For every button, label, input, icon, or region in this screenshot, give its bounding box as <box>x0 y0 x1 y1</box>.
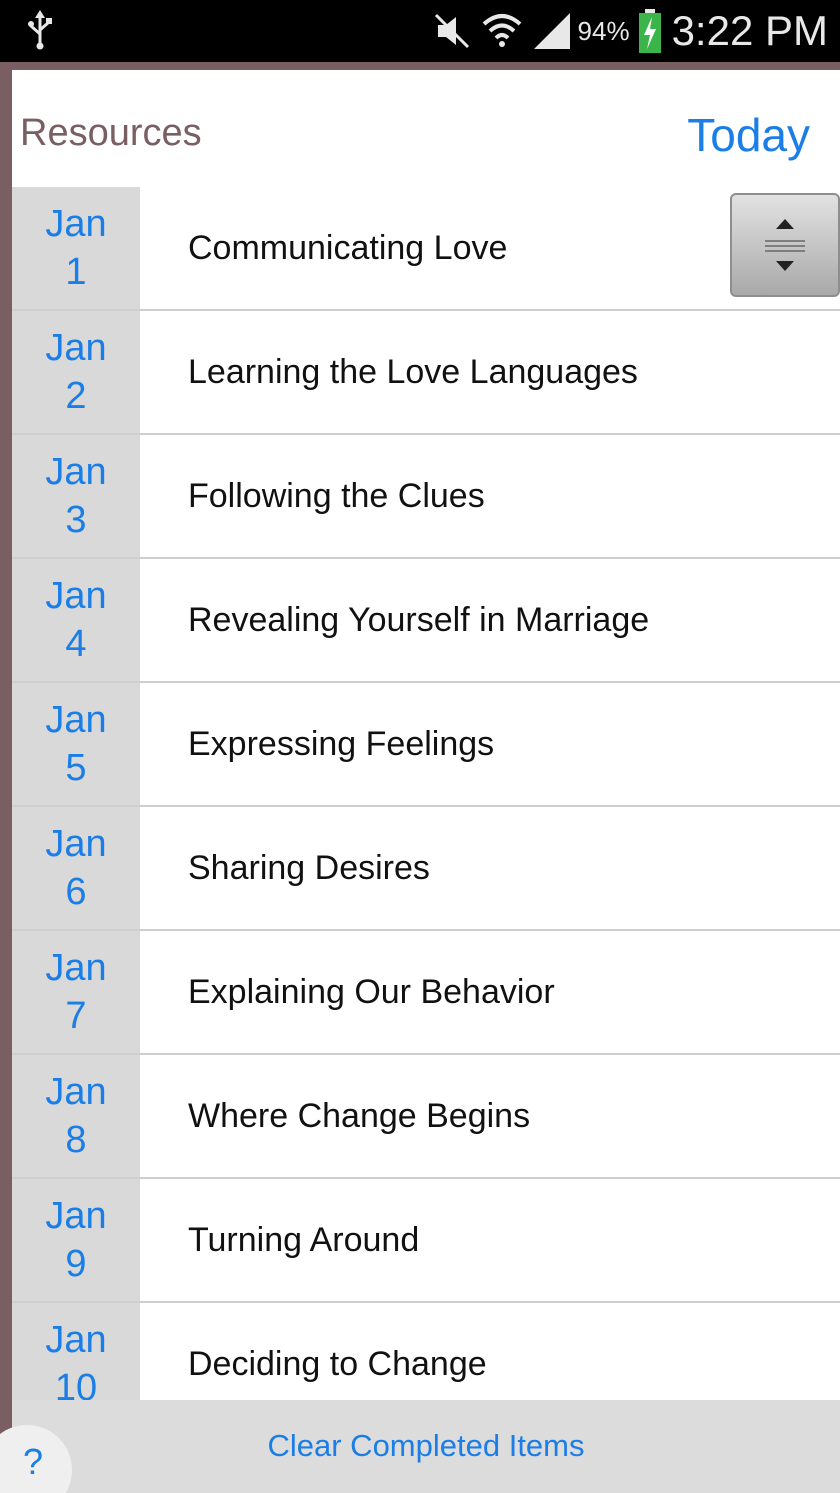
date-cell: Jan 5 <box>12 683 140 805</box>
date-day: 2 <box>65 375 87 417</box>
date-day: 4 <box>65 623 87 665</box>
list-item[interactable]: Jan 7 Explaining Our Behavior <box>12 931 840 1055</box>
item-title: Turning Around <box>188 1220 420 1259</box>
date-day: 6 <box>65 871 87 913</box>
header: Resources Today <box>12 70 840 187</box>
date-cell: Jan 1 <box>12 187 140 309</box>
date-cell: Jan 3 <box>12 435 140 557</box>
item-title: Where Change Begins <box>188 1096 531 1135</box>
date-month: Jan <box>45 1319 107 1361</box>
date-cell: Jan 9 <box>12 1179 140 1301</box>
battery-percent: 94% <box>577 15 630 46</box>
date-day: 1 <box>65 251 87 293</box>
main-panel: Resources Today Jan 1 Communicating Love <box>12 70 840 1493</box>
item-title: Explaining Our Behavior <box>188 972 555 1011</box>
item-title: Expressing Feelings <box>188 724 495 763</box>
date-cell: Jan 7 <box>12 931 140 1053</box>
date-month: Jan <box>45 203 107 245</box>
usb-icon <box>26 10 54 55</box>
list-item[interactable]: Jan 9 Turning Around <box>12 1179 840 1303</box>
date-day: 7 <box>65 995 87 1037</box>
wifi-icon <box>480 10 524 52</box>
date-day: 5 <box>65 747 87 789</box>
signal-icon <box>532 11 572 51</box>
date-month: Jan <box>45 699 107 741</box>
date-cell: Jan 10 <box>12 1303 140 1400</box>
footer-bar: Clear Completed Items <box>12 1400 840 1493</box>
list-item[interactable]: Jan 5 Expressing Feelings <box>12 683 840 807</box>
help-icon: ? <box>22 1441 44 1482</box>
date-cell: Jan 8 <box>12 1055 140 1177</box>
item-title: Learning the Love Languages <box>188 352 638 391</box>
date-cell: Jan 6 <box>12 807 140 929</box>
item-title: Sharing Desires <box>188 848 430 887</box>
date-month: Jan <box>45 451 107 493</box>
date-day: 8 <box>65 1119 87 1161</box>
list-item[interactable]: Jan 1 Communicating Love <box>12 187 840 311</box>
today-button[interactable]: Today <box>687 108 810 162</box>
page-title: Resources <box>20 112 202 154</box>
item-title: Following the Clues <box>188 476 485 515</box>
date-month: Jan <box>45 1071 107 1113</box>
list-item[interactable]: Jan 10 Deciding to Change <box>12 1303 840 1400</box>
battery-charging-icon <box>638 9 662 53</box>
status-clock: 3:22 PM <box>671 7 828 54</box>
date-day: 9 <box>65 1243 87 1285</box>
item-title: Revealing Yourself in Marriage <box>188 600 650 639</box>
date-day: 3 <box>65 499 87 541</box>
date-month: Jan <box>45 947 107 989</box>
list-item[interactable]: Jan 4 Revealing Yourself in Marriage <box>12 559 840 683</box>
date-month: Jan <box>45 575 107 617</box>
resource-list: Jan 1 Communicating Love Jan 2 Learning … <box>12 187 840 1400</box>
date-cell: Jan 2 <box>12 311 140 433</box>
date-month: Jan <box>45 823 107 865</box>
list-item[interactable]: Jan 8 Where Change Begins <box>12 1055 840 1179</box>
list-item[interactable]: Jan 6 Sharing Desires <box>12 807 840 931</box>
fast-scroll-handle[interactable] <box>730 193 840 297</box>
list-item[interactable]: Jan 3 Following the Clues <box>12 435 840 559</box>
item-title: Deciding to Change <box>188 1344 487 1383</box>
date-month: Jan <box>45 327 107 369</box>
list-item[interactable]: Jan 2 Learning the Love Languages <box>12 311 840 435</box>
status-bar: 94% 3:22 PM <box>0 0 840 62</box>
date-cell: Jan 4 <box>12 559 140 681</box>
scroll-handle-icon <box>765 219 805 271</box>
date-day: 10 <box>54 1367 98 1400</box>
clear-completed-button[interactable]: Clear Completed Items <box>12 1428 840 1464</box>
date-month: Jan <box>45 1195 107 1237</box>
mute-icon <box>432 11 472 51</box>
